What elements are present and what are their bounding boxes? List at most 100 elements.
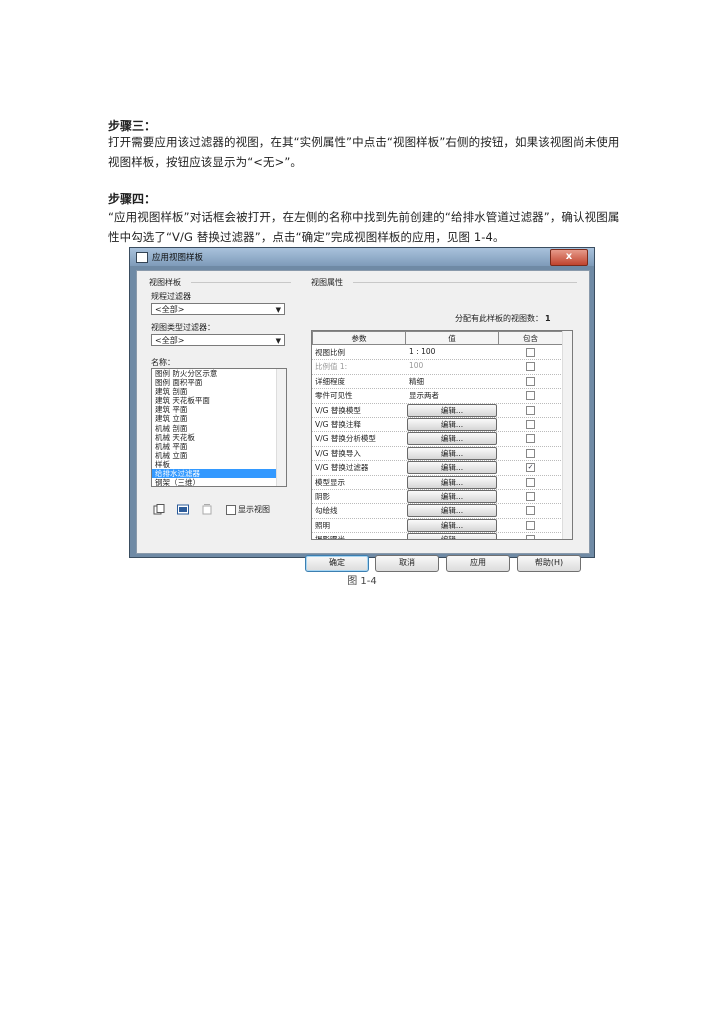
list-item[interactable]: 给排水过滤器 [152,469,286,479]
show-views-label: 显示视图 [238,505,270,514]
show-views-checkbox[interactable] [226,505,236,515]
include-checkbox[interactable] [526,376,535,386]
col-header-parameter[interactable]: 参数 [312,331,406,345]
discipline-filter-label: 规程过滤器 [151,292,191,301]
edit-button[interactable]: 编辑... [407,403,497,417]
dialog-titlebar[interactable]: 应用视图样板 x [130,248,594,266]
param-name: 照明 [315,520,330,530]
list-scrollbar[interactable] [276,369,286,486]
list-item[interactable]: 建筑 天花板平面 [152,396,286,405]
param-name: 模型显示 [315,477,345,487]
table-row: 勾绘线 编辑... [312,503,563,519]
param-name: 零件可见性 [315,391,353,401]
list-item[interactable]: 建筑 剖面 [152,387,286,396]
assigned-views-count-text: 分配有此样板的视图数： [455,314,543,323]
param-name: 详细程度 [315,376,345,386]
edit-button[interactable]: 编辑... [407,504,497,518]
step3-text: 打开需要应用该过滤器的视图，在其“实例属性”中点击“视图样板”右侧的按钮，如果该… [108,135,620,169]
include-checkbox[interactable] [526,492,535,501]
template-name-list[interactable]: 图例 防火分区示意 图例 面积平面 建筑 剖面 建筑 天花板平面 建筑 平面 建筑 立面机… [151,368,287,487]
include-checkbox[interactable] [526,535,535,539]
view-type-filter-select[interactable]: <全部> ▼ [151,334,285,346]
table-row: 视图比例 1 : 100 [312,345,563,361]
edit-button[interactable]: 编辑... [407,475,497,489]
table-row: 详细程度 精细 [312,374,563,390]
param-value[interactable]: 显示两者 [409,390,439,401]
edit-button[interactable]: 编辑... [407,518,497,532]
table-scrollbar[interactable] [562,331,572,539]
group-divider [191,282,291,283]
list-item[interactable]: 图例 面积平面 [152,378,286,387]
figure-caption: 图 1-4 [347,576,377,587]
apply-button[interactable]: 应用 [446,555,510,572]
dialog-title: 应用视图样板 [152,253,204,263]
param-name: V/G 替换分析模型 [315,434,376,444]
edit-button[interactable]: 编辑... [407,418,497,431]
step4-heading: 步骤四： [108,192,157,206]
include-checkbox[interactable]: ✓ [526,463,535,473]
table-row: 照明 编辑... [312,518,563,534]
list-item[interactable]: 图例 防火分区示意 [152,369,286,378]
delete-icon[interactable] [201,504,213,515]
include-checkbox[interactable] [526,520,535,530]
assigned-views-count-label: 分配有此样板的视图数： 1 [455,313,551,324]
app-icon [136,252,148,263]
help-button[interactable]: 帮助(H) [517,555,581,572]
param-value[interactable]: 精细 [409,376,424,387]
param-name: 视图比例 [315,348,345,357]
table-row: 零件可见性 显示两者 [312,388,563,404]
view-properties-group-label: 视图属性 [311,278,343,287]
edit-button[interactable]: 编辑... [407,446,497,460]
list-item[interactable]: 机械 立面 [152,451,286,460]
include-checkbox[interactable] [526,391,535,401]
param-value[interactable]: 1 : 100 [409,347,435,356]
include-checkbox[interactable] [526,477,535,487]
dialog-body: 视图样板 规程过滤器 <全部> ▼ 视图类型过滤器： <全部> ▼ 名称： 图例… [136,270,590,572]
col-header-include[interactable]: 包含 [498,331,563,345]
discipline-filter-select[interactable]: <全部> ▼ [151,303,285,315]
include-checkbox[interactable] [526,420,535,429]
duplicate-icon[interactable] [153,504,165,515]
edit-button[interactable]: 编辑... [407,432,497,446]
param-name: 阴影 [315,492,330,501]
list-item[interactable]: 样板 [152,460,286,469]
table-row: V/G 替换注释 编辑... [312,417,563,433]
param-name: V/G 替换过滤器 [315,463,369,473]
apply-view-template-dialog: 应用视图样板 x 视图样板 规程过滤器 <全部> ▼ 视图类型过滤器： <全部>… [129,247,595,572]
ok-button[interactable]: 确定 [305,555,369,572]
include-checkbox[interactable] [526,448,535,458]
list-item[interactable]: 机械 天花板 [152,433,286,442]
list-item[interactable]: 机械 剖面 [152,424,286,433]
table-row: V/G 替换分析模型 编辑... [312,431,563,447]
include-checkbox[interactable] [526,506,535,516]
param-name: 勾绘线 [315,506,338,516]
include-checkbox[interactable] [526,405,535,415]
view-type-filter-value: <全部> [155,336,185,345]
edit-button[interactable]: 编辑... [407,533,497,539]
close-button[interactable]: x [550,249,588,266]
param-name: V/G 替换注释 [315,420,361,429]
table-row: 模型显示 编辑... [312,475,563,490]
include-checkbox[interactable] [526,362,535,372]
view-templates-group-label: 视图样板 [149,278,181,287]
table-row: 比例值 1: 100 [312,359,563,375]
param-name: 比例值 1: [315,362,348,372]
step4-text: “应用视图样板”对话框会被打开，在左侧的名称中找到先前创建的“给排水管道过滤器”… [108,210,620,244]
list-item[interactable]: 建筑 立面 [152,414,286,423]
edit-button[interactable]: 编辑... [407,461,497,475]
include-checkbox[interactable] [526,434,535,444]
discipline-filter-value: <全部> [155,305,185,314]
list-item[interactable]: 机械 平面 [152,442,286,451]
rename-icon[interactable] [177,504,189,515]
names-label: 名称： [151,358,175,367]
table-row: V/G 替换过滤器 编辑... ✓ [312,460,563,476]
chevron-down-icon: ▼ [275,306,281,314]
edit-button[interactable]: 编辑... [407,490,497,503]
param-name: V/G 替换导入 [315,448,361,458]
cancel-button[interactable]: 取消 [375,555,439,572]
col-header-value[interactable]: 值 [405,331,499,345]
param-name: 摄影曝光 [315,535,345,540]
list-item[interactable]: 钢架（三维）_ [152,478,286,486]
group-divider [353,282,577,283]
include-checkbox[interactable] [526,348,535,357]
